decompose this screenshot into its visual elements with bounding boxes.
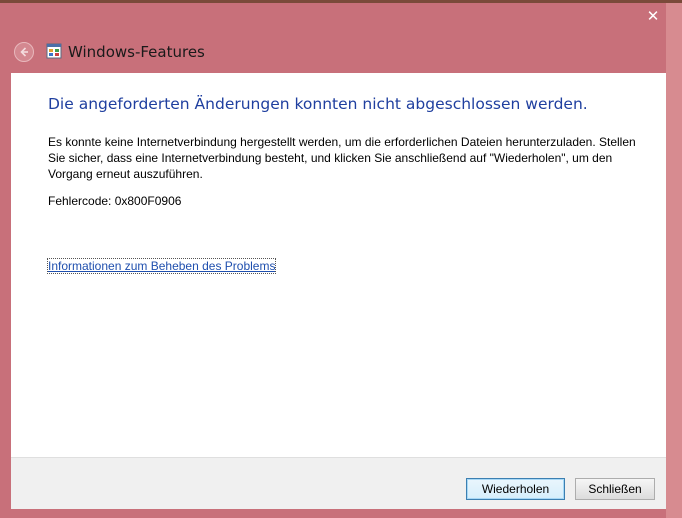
retry-button[interactable]: Wiederholen (466, 478, 565, 500)
windows-features-icon (46, 43, 62, 59)
close-button[interactable]: Schließen (575, 478, 655, 500)
error-message: Es konnte keine Internetverbindung herge… (48, 135, 636, 181)
desktop-strip (0, 0, 682, 3)
back-arrow-icon (20, 47, 28, 57)
window: ✕ Windows-Features Die angeforderten Änd… (0, 0, 682, 518)
window-title: Windows-Features (68, 43, 205, 61)
error-code: Fehlercode: 0x800F0906 (48, 194, 182, 208)
content-panel: Die angeforderten Änderungen konnten nic… (11, 73, 666, 457)
button-bar: Wiederholen Schließen (11, 457, 666, 509)
help-link[interactable]: Informationen zum Beheben des Problems (46, 258, 277, 274)
close-icon: ✕ (646, 7, 660, 25)
back-button[interactable] (14, 42, 34, 62)
window-right-edge (666, 3, 682, 518)
error-heading: Die angeforderten Änderungen konnten nic… (48, 95, 588, 113)
window-close-button[interactable]: ✕ (636, 6, 670, 26)
